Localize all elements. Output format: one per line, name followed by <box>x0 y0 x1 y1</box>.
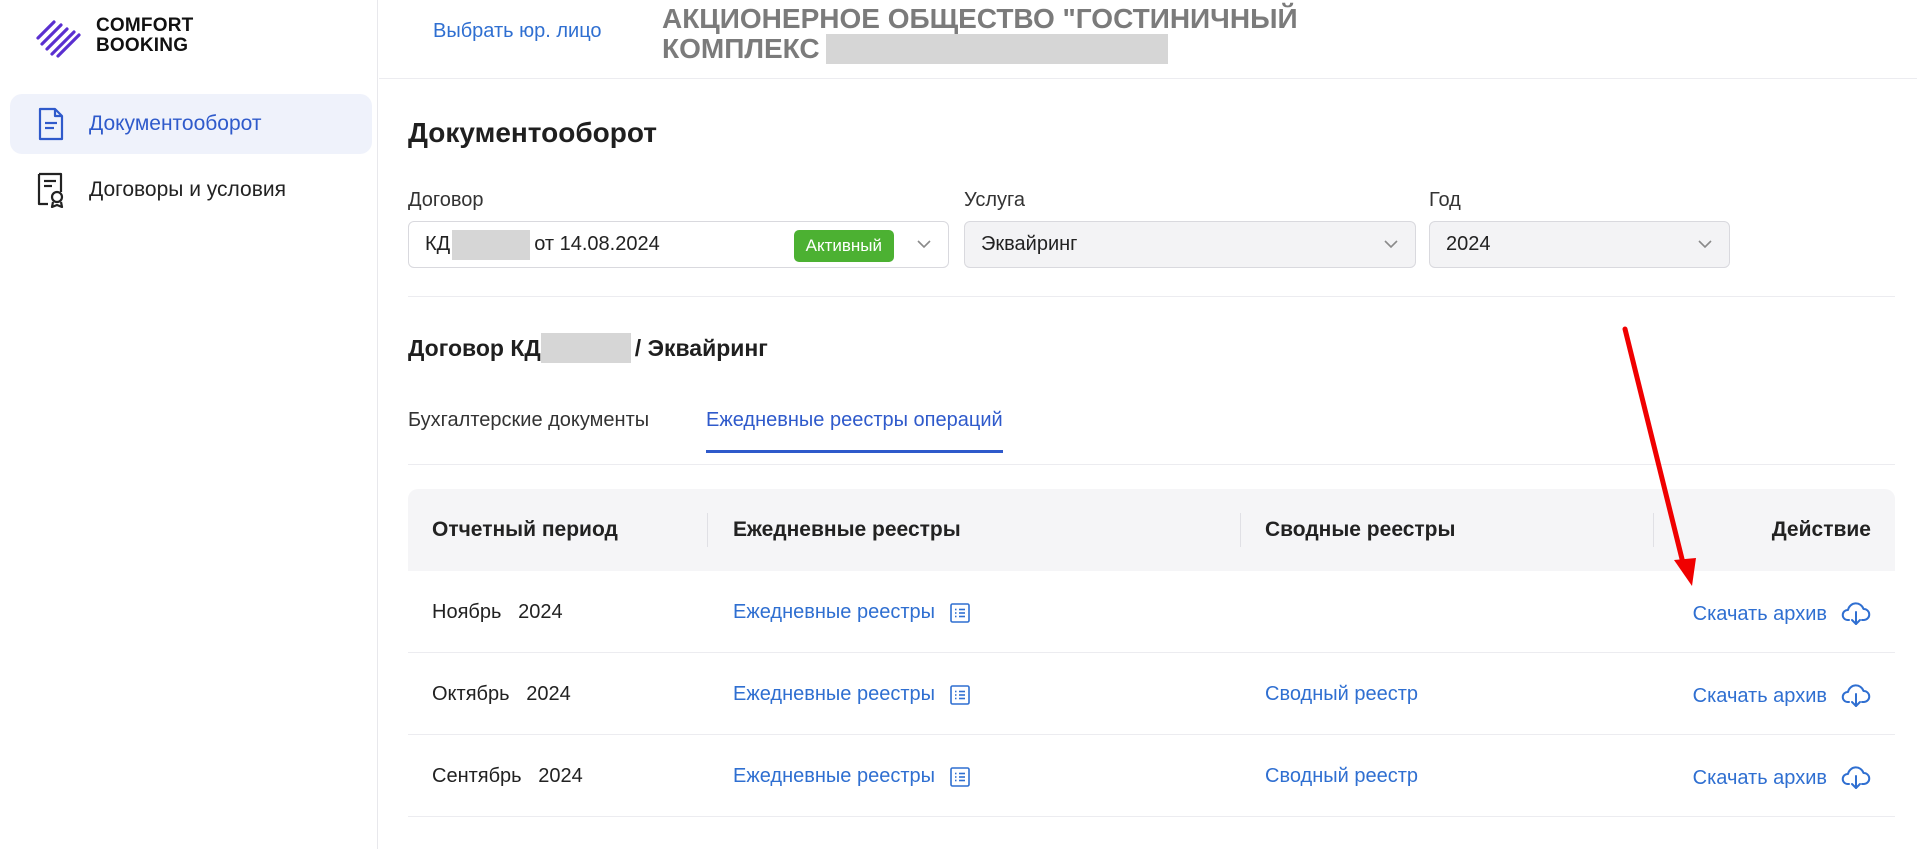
contract-filter: Договор КД от 14.08.2024 Активный <box>408 189 949 268</box>
period-year: 2024 <box>518 601 563 623</box>
redacted-block <box>825 34 1168 64</box>
table-row: Сентябрь 2024 Ежедневные реестры Сводный… <box>408 735 1895 817</box>
sidebar-item-label: Договоры и условия <box>89 178 286 201</box>
year-filter: Год 2024 <box>1429 189 1730 268</box>
table-row: Октябрь 2024 Ежедневные реестры Сводный … <box>408 653 1895 735</box>
column-header-daily: Ежедневные реестры <box>733 518 961 541</box>
chevron-down-icon <box>917 240 931 249</box>
daily-registers-label: Ежедневные реестры <box>733 601 935 623</box>
table-header: Отчетный период Ежедневные реестры Сводн… <box>408 489 1895 571</box>
service-value: Эквайринг <box>981 233 1078 255</box>
period-month: Октябрь <box>432 683 510 705</box>
download-archive-button[interactable]: Скачать архив <box>1693 765 1871 791</box>
sidebar-item-label: Документооборот <box>89 112 262 135</box>
daily-registers-label: Ежедневные реестры <box>733 683 935 705</box>
contract-heading: Договор КД / Эквайринг <box>408 333 768 363</box>
service-select[interactable]: Эквайринг <box>964 221 1416 268</box>
tabs: Бухгалтерские документы Ежедневные реест… <box>408 409 1895 465</box>
list-icon <box>950 684 970 705</box>
comfort-booking-logo[interactable]: COMFORT BOOKING <box>34 14 193 58</box>
period-cell: Сентябрь 2024 <box>432 765 583 788</box>
select-legal-entity-link[interactable]: Выбрать юр. лицо <box>433 20 602 43</box>
table-row: Ноябрь 2024 Ежедневные реестры Скачать а… <box>408 571 1895 653</box>
service-filter-label: Услуга <box>964 189 1026 211</box>
period-year: 2024 <box>538 765 583 787</box>
year-value: 2024 <box>1446 233 1491 255</box>
year-filter-label: Год <box>1429 189 1461 211</box>
download-archive-label: Скачать архив <box>1692 684 1827 707</box>
contract-date: от 14.08.2024 <box>534 233 660 255</box>
contract-prefix: КД <box>425 233 451 255</box>
redacted-block <box>540 333 631 363</box>
column-header-period: Отчетный период <box>432 518 618 541</box>
download-archive-label: Скачать архив <box>1692 766 1827 789</box>
list-icon <box>950 766 970 787</box>
column-separator <box>1653 513 1654 547</box>
chevron-down-icon <box>1384 240 1398 249</box>
service-filter: Услуга Эквайринг <box>964 189 1416 268</box>
cloud-download-icon <box>1841 684 1871 707</box>
cloud-download-icon <box>1841 602 1871 625</box>
logo-stripes-icon <box>36 20 81 58</box>
period-year: 2024 <box>526 683 571 705</box>
company-name-line-2: КОМПЛЕКС <box>662 34 1382 64</box>
status-badge: Активный <box>793 230 894 262</box>
company-name-line-2-text: КОМПЛЕКС <box>662 33 820 64</box>
section-divider <box>408 296 1895 297</box>
summary-register-link[interactable]: Сводный реестр <box>1265 683 1418 706</box>
top-header: Выбрать юр. лицо АКЦИОНЕРНОЕ ОБЩЕСТВО "Г… <box>379 0 1917 79</box>
sidebar: COMFORT BOOKING Документооборот Договоры… <box>0 0 378 849</box>
download-archive-button[interactable]: Скачать архив <box>1693 683 1871 709</box>
company-name: АКЦИОНЕРНОЕ ОБЩЕСТВО "ГОСТИНИЧНЫЙ КОМПЛЕ… <box>662 4 1382 64</box>
chevron-down-icon <box>1698 240 1712 249</box>
sidebar-item-contracts[interactable]: Договоры и условия <box>10 160 372 220</box>
period-month: Ноябрь <box>432 601 502 623</box>
logo-line-2: BOOKING <box>96 35 189 56</box>
column-separator <box>1240 513 1241 547</box>
tab-accounting-documents[interactable]: Бухгалтерские документы <box>408 409 649 450</box>
daily-registers-link[interactable]: Ежедневные реестры <box>733 601 971 624</box>
daily-registers-link[interactable]: Ежедневные реестры <box>733 765 971 788</box>
daily-registers-label: Ежедневные реестры <box>733 765 935 787</box>
period-cell: Ноябрь 2024 <box>432 601 563 624</box>
year-select[interactable]: 2024 <box>1429 221 1730 268</box>
sidebar-item-document-flow[interactable]: Документооборот <box>10 94 372 154</box>
period-cell: Октябрь 2024 <box>432 683 571 706</box>
registers-table: Отчетный период Ежедневные реестры Сводн… <box>408 489 1895 817</box>
daily-registers-link[interactable]: Ежедневные реестры <box>733 683 971 706</box>
contract-heading-suffix: / Эквайринг <box>634 334 768 361</box>
contract-heading-prefix: Договор КД <box>408 334 541 361</box>
logo-line-1: COMFORT <box>96 15 194 36</box>
tab-daily-registers[interactable]: Ежедневные реестры операций <box>706 409 1003 453</box>
list-icon <box>950 602 970 623</box>
summary-register-link[interactable]: Сводный реестр <box>1265 765 1418 788</box>
column-header-summary: Сводные реестры <box>1265 518 1456 541</box>
logo-text: COMFORT BOOKING <box>96 16 193 56</box>
sidebar-nav: Документооборот Договоры и условия <box>10 94 372 226</box>
redacted-block <box>452 229 531 260</box>
company-name-line-1: АКЦИОНЕРНОЕ ОБЩЕСТВО "ГОСТИНИЧНЫЙ <box>662 3 1298 34</box>
download-archive-button[interactable]: Скачать архив <box>1693 601 1871 627</box>
page-title: Документооборот <box>408 117 657 148</box>
column-header-action: Действие <box>1771 518 1871 541</box>
download-archive-label: Скачать архив <box>1692 602 1827 625</box>
column-separator <box>707 513 708 547</box>
contract-select[interactable]: КД от 14.08.2024 Активный <box>408 221 949 268</box>
document-icon <box>34 105 68 143</box>
contract-filter-label: Договор <box>408 189 484 211</box>
cloud-download-icon <box>1841 766 1871 789</box>
contract-icon <box>34 171 68 209</box>
period-month: Сентябрь <box>432 765 522 787</box>
